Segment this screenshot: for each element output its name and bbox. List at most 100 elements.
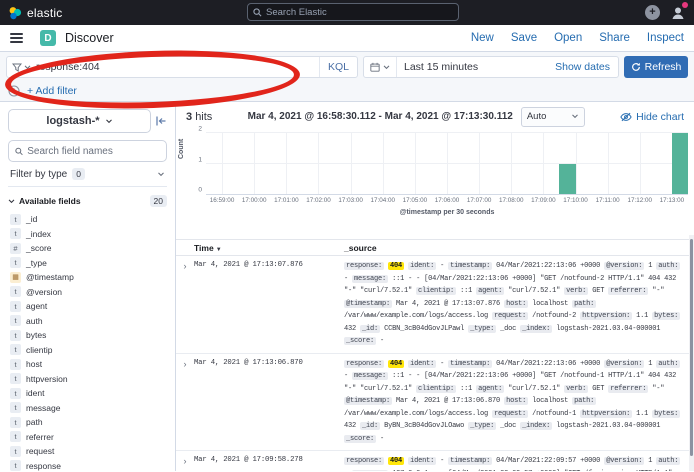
source-field-name: verb: — [564, 385, 588, 393]
field-item[interactable]: treferrer — [8, 430, 167, 445]
source-value: 04/Mar/2021:22:13:06 +0000 — [496, 360, 600, 368]
source-value: 432 — [344, 325, 356, 333]
x-tick-label: 17:06:00 — [435, 197, 460, 204]
main-panel: 3 hits Mar 4, 2021 @ 16:58:30.112 - Mar … — [176, 102, 694, 471]
share-button[interactable]: Share — [599, 32, 630, 44]
time-column-header[interactable]: Time▼ — [176, 243, 344, 253]
source-field-name: auth: — [656, 457, 680, 465]
field-item[interactable]: tagent — [8, 299, 167, 314]
source-value: _doc — [500, 422, 516, 430]
index-pattern-select[interactable]: logstash-* — [8, 109, 151, 133]
chevron-down-icon — [383, 65, 390, 70]
available-fields-header[interactable]: Available fields 20 — [8, 195, 167, 207]
menu-icon[interactable] — [10, 33, 23, 43]
refresh-button[interactable]: Refresh — [624, 56, 688, 78]
source-field-name: clientip: — [416, 385, 456, 393]
histogram-bar[interactable] — [672, 133, 688, 194]
field-item[interactable]: tpath — [8, 415, 167, 430]
hide-chart-button[interactable]: Hide chart — [620, 111, 684, 123]
field-name: auth — [26, 316, 43, 326]
open-button[interactable]: Open — [554, 32, 582, 44]
show-dates-button[interactable]: Show dates — [555, 61, 618, 73]
field-item[interactable]: ▦@timestamp — [8, 270, 167, 285]
table-row: ›Mar 4, 2021 @ 17:13:07.876response: 404… — [176, 256, 694, 354]
source-field-name: httpversion: — [580, 410, 632, 418]
row-source: response: 404 ident: - timestamp: 04/Mar… — [344, 260, 694, 348]
kibana-discover-app: elastic + D Discover New Save — [0, 0, 694, 472]
field-item[interactable]: tmessage — [8, 401, 167, 416]
source-value: logstash-2021.03.04-000001 — [556, 325, 660, 333]
field-search-input[interactable] — [27, 146, 160, 157]
app-navbar: D Discover New Save Open Share Inspect — [0, 25, 694, 52]
field-item[interactable]: t_type — [8, 256, 167, 271]
field-item[interactable]: t@version — [8, 285, 167, 300]
v-gridline — [543, 133, 544, 194]
plus-circle-icon[interactable]: + — [645, 5, 660, 20]
brand-name: elastic — [27, 6, 62, 20]
save-button[interactable]: Save — [511, 32, 537, 44]
field-name: clientip — [26, 345, 52, 355]
source-field-name: request: — [492, 312, 528, 320]
global-search[interactable] — [247, 3, 459, 21]
time-range-value[interactable]: Last 15 minutes — [397, 61, 478, 73]
x-tick-label: 17:03:00 — [338, 197, 363, 204]
field-item[interactable]: t_id — [8, 212, 167, 227]
field-item[interactable]: t_index — [8, 227, 167, 242]
query-language-button[interactable]: KQL — [319, 57, 357, 77]
row-time: Mar 4, 2021 @ 17:13:07.876 — [194, 260, 344, 348]
source-field-name: @version: — [604, 457, 644, 465]
histogram-date-range: Mar 4, 2021 @ 16:58:30.112 - Mar 4, 2021… — [248, 111, 513, 122]
row-source: response: 404 ident: - timestamp: 04/Mar… — [344, 358, 694, 446]
query-input[interactable] — [36, 61, 319, 73]
date-quick-select[interactable] — [364, 57, 397, 77]
table-row: ›Mar 4, 2021 @ 17:13:06.870response: 404… — [176, 354, 694, 452]
source-value: "-" — [652, 287, 664, 295]
global-search-input[interactable] — [266, 7, 453, 18]
saved-query-clock-icon[interactable] — [8, 85, 20, 97]
histogram-plot[interactable]: 012 — [206, 133, 688, 195]
x-tick-label: 17:11:00 — [596, 197, 620, 204]
user-avatar[interactable] — [670, 5, 686, 21]
inspect-button[interactable]: Inspect — [647, 32, 684, 44]
source-value: Mar 4, 2021 @ 17:13:07.876 — [396, 300, 500, 308]
source-field-name: agent: — [476, 287, 504, 295]
histogram-bar[interactable] — [559, 164, 575, 195]
scrollbar-thumb[interactable] — [690, 239, 693, 456]
field-name: referrer — [26, 432, 54, 442]
sort-desc-icon: ▼ — [216, 247, 222, 253]
histogram-chart[interactable]: Count 012 16:59:0017:00:0017:01:0017:02:… — [176, 131, 694, 233]
expand-row-icon[interactable]: › — [176, 358, 194, 446]
field-item[interactable]: thttpversion — [8, 372, 167, 387]
field-item[interactable]: trequest — [8, 444, 167, 459]
source-value: ::1 — [460, 287, 472, 295]
source-value: 1.1 — [636, 410, 648, 418]
interval-select[interactable]: Auto — [521, 107, 585, 127]
saved-query-menu[interactable] — [12, 62, 36, 72]
new-button[interactable]: New — [471, 32, 494, 44]
filter-by-type[interactable]: Filter by type 0 — [8, 162, 167, 187]
source-value: 127.0.0.1 - - [04/Mar/2021:22:09:57 +000… — [344, 470, 672, 472]
field-search[interactable] — [8, 140, 167, 162]
field-item[interactable]: thost — [8, 357, 167, 372]
source-value: 1 — [648, 262, 652, 270]
field-item[interactable]: tresponse — [8, 459, 167, 472]
chevron-down-icon — [24, 65, 31, 70]
hits-count: 3 hits — [186, 111, 212, 123]
field-type-icon: t — [10, 286, 21, 297]
field-item[interactable]: #_score — [8, 241, 167, 256]
field-item[interactable]: tclientip — [8, 343, 167, 358]
field-item[interactable]: tident — [8, 386, 167, 401]
source-value: - — [440, 262, 444, 270]
x-tick-label: 17:07:00 — [467, 197, 492, 204]
expand-row-icon[interactable]: › — [176, 455, 194, 471]
collapse-sidebar-icon[interactable] — [155, 115, 167, 127]
vertical-scrollbar[interactable] — [689, 235, 694, 471]
field-item[interactable]: tbytes — [8, 328, 167, 343]
elastic-logo[interactable]: elastic — [8, 6, 62, 20]
expand-row-icon[interactable]: › — [176, 260, 194, 348]
v-gridline — [222, 133, 223, 194]
fields-list: t_idt_index#_scoret_type▦@timestampt@ver… — [8, 212, 167, 472]
v-gridline — [318, 133, 319, 194]
add-filter-button[interactable]: + Add filter — [27, 85, 77, 97]
field-item[interactable]: tauth — [8, 314, 167, 329]
